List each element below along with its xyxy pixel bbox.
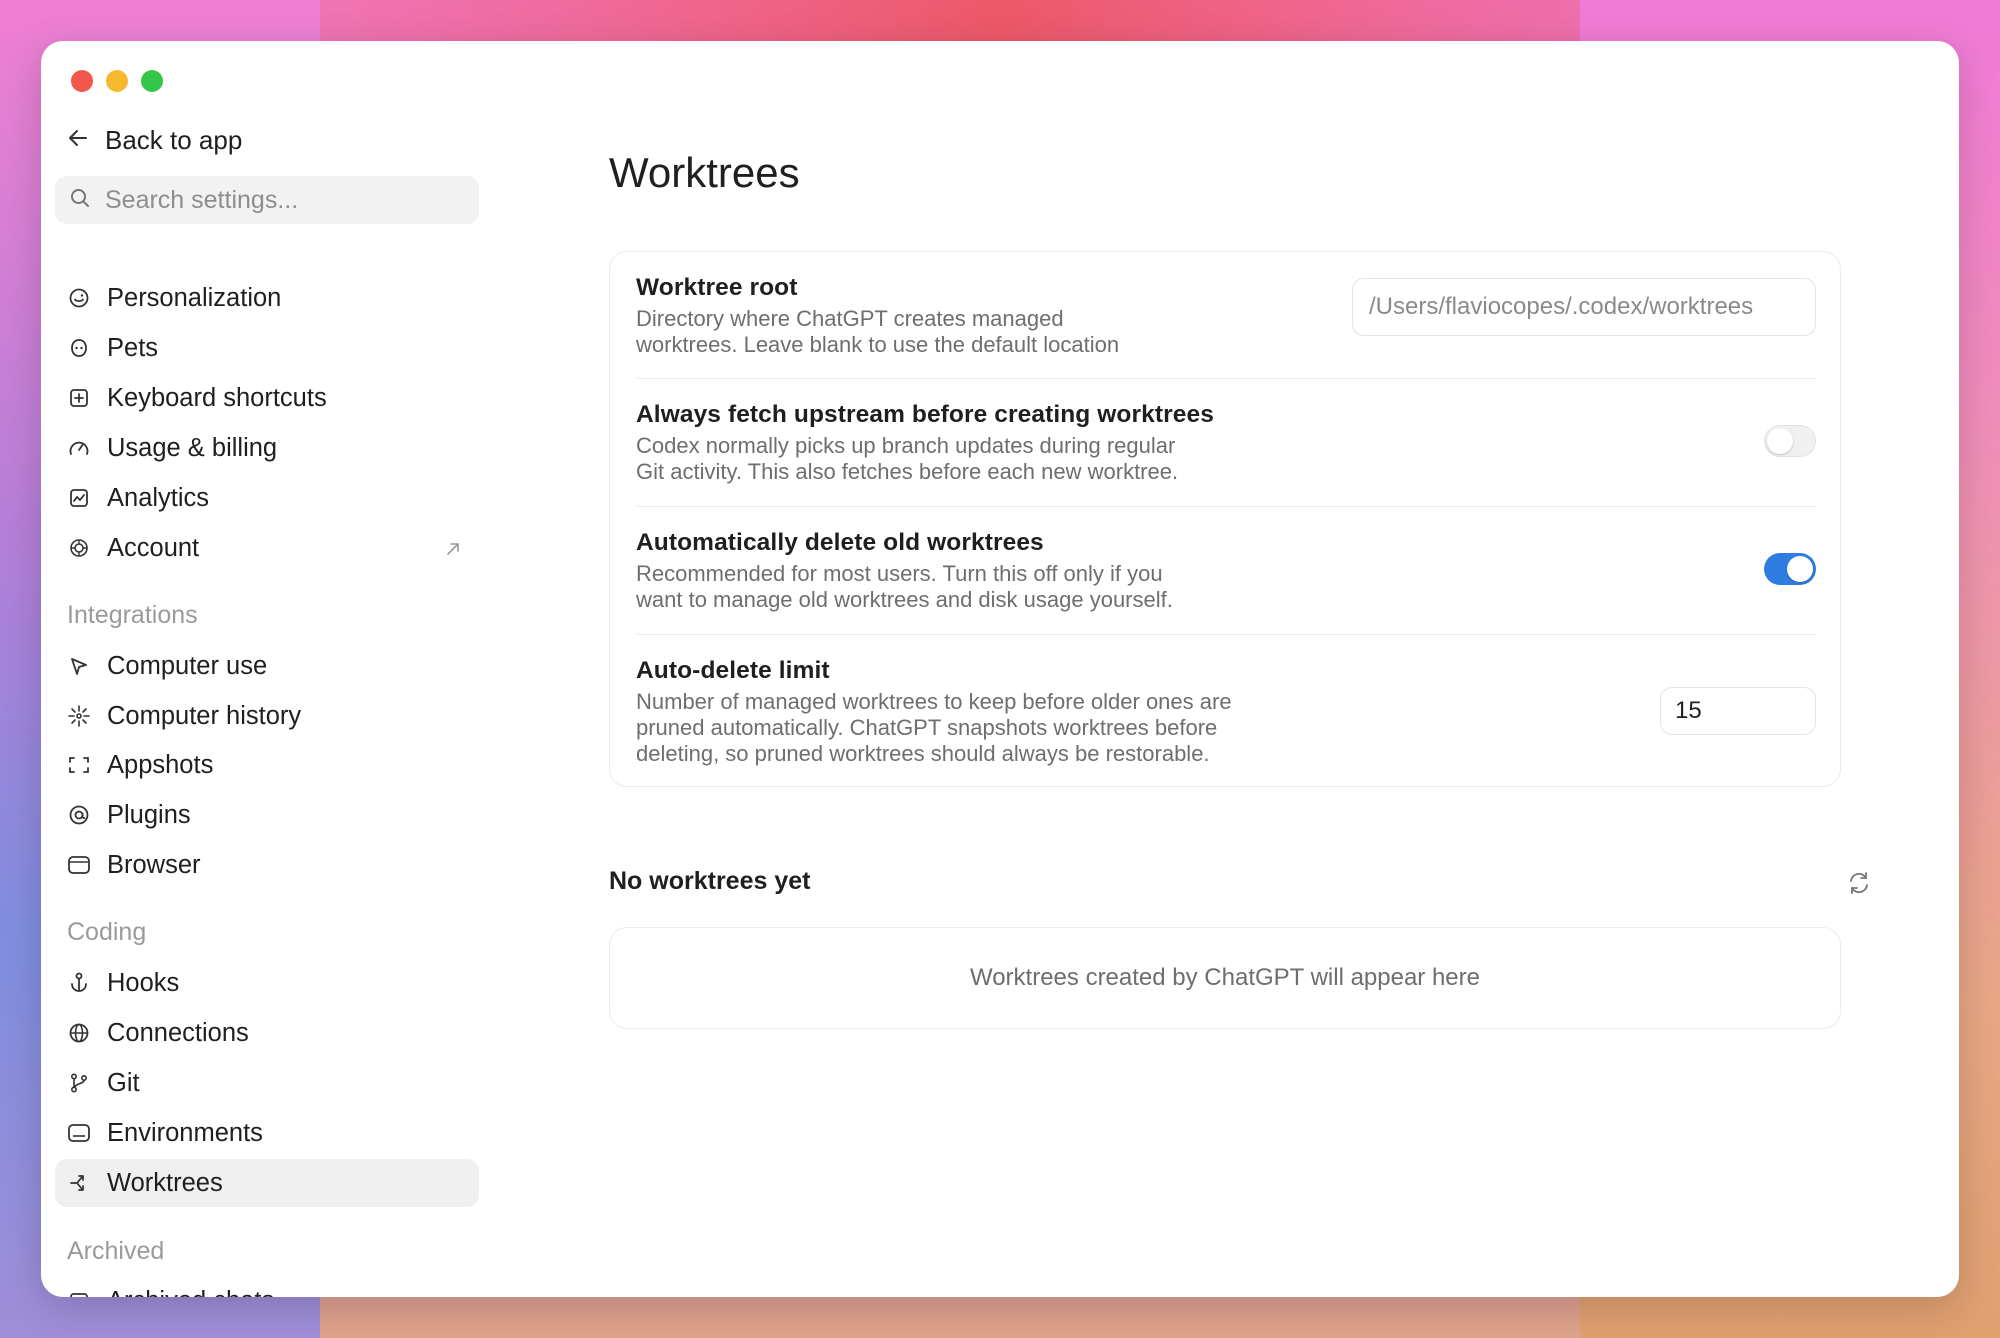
openai-icon [67,536,91,560]
setting-title: Auto-delete limit [636,657,830,684]
auto-delete-limit-input[interactable] [1660,687,1816,735]
description-line: Directory where ChatGPT creates managed [636,306,1064,331]
sidebar-item-browser[interactable]: Browser [55,841,479,889]
description-line: worktrees. Leave blank to use the defaul… [636,332,1120,357]
sidebar-item-label: Hooks [107,968,180,997]
setting-auto-delete-limit: Auto-delete limit Number of managed work… [636,635,1816,785]
sidebar-item-label: Browser [107,850,201,879]
search-box[interactable] [55,176,479,224]
external-link-icon [443,537,463,566]
settings-card: Worktree root Directory where ChatGPT cr… [609,251,1841,787]
setting-description: Number of managed worktrees to keep befo… [636,689,1232,767]
back-to-app-label: Back to app [105,124,243,155]
worktrees-list-heading: No worktrees yet [609,867,811,895]
refresh-button[interactable] [1845,869,1873,897]
toggle-knob [1787,556,1813,582]
sidebar-item-personalization[interactable]: Personalization [55,274,479,322]
sidebar-item-label: Plugins [107,800,191,829]
empty-state-text: Worktrees created by ChatGPT will appear… [969,964,1480,991]
search-icon [69,187,91,214]
sidebar-item-plugins[interactable]: Plugins [55,791,479,839]
sidebar-item-git[interactable]: Git [55,1059,479,1107]
sidebar-item-label: Pets [107,333,159,362]
section-label-integrations: Integrations [67,601,198,629]
toggle-knob [1767,428,1793,454]
page-title: Worktrees [609,149,800,196]
section-label-archived: Archived [67,1237,165,1265]
sidebar-item-label: Appshots [107,750,214,779]
back-to-app-button[interactable]: Back to app [67,121,242,159]
sidebar-item-hooks[interactable]: Hooks [55,959,479,1007]
at-icon [67,803,91,827]
smile-icon [67,286,91,310]
setting-description: Recommended for most users. Turn this of… [636,561,1173,613]
worktree-icon [67,1171,91,1195]
description-line: Git activity. This also fetches before e… [636,459,1179,484]
sidebar-item-keyboard-shortcuts[interactable]: Keyboard shortcuts [55,374,479,422]
description-line: pruned automatically. ChatGPT snapshots … [636,715,1218,740]
setting-title: Worktree root [636,274,798,301]
description-line: Number of managed worktrees to keep befo… [636,689,1232,714]
sidebar-item-label: Usage & billing [107,433,278,462]
sidebar-item-label: Git [107,1068,140,1097]
globe-icon [67,1021,91,1045]
browser-icon [67,853,91,877]
section-label-coding: Coding [67,918,147,946]
sidebar-item-archived-chats[interactable]: Archived chats [55,1277,479,1297]
sidebar-item-label: Personalization [107,283,282,312]
refresh-icon [1850,872,1868,894]
archive-icon [67,1289,91,1297]
sidebar-item-pets[interactable]: Pets [55,324,479,372]
setting-worktree-root: Worktree root Directory where ChatGPT cr… [636,252,1816,379]
sidebar-item-label: Environments [107,1118,263,1147]
sidebar-item-label: Archived chats [107,1287,274,1298]
pet-icon [67,336,91,360]
sidebar-item-label: Account [107,533,200,562]
sidebar-item-label: Connections [107,1018,249,1047]
sidebar: Back to app Personalization Pets Key [55,41,479,1297]
setting-description: Directory where ChatGPT creates managed … [636,306,1119,358]
setting-title: Automatically delete old worktrees [636,529,1044,556]
setting-description: Codex normally picks up branch updates d… [636,433,1214,485]
git-branch-icon [67,1071,91,1095]
sidebar-item-label: Worktrees [107,1168,223,1197]
sidebar-item-analytics[interactable]: Analytics [55,474,479,522]
setting-title: Always fetch upstream before creating wo… [636,401,1214,428]
description-line: want to manage old worktrees and disk us… [636,587,1173,612]
description-line: Recommended for most users. Turn this of… [636,561,1163,586]
sidebar-item-label: Keyboard shortcuts [107,383,327,412]
cursor-icon [67,654,91,678]
keyboard-icon [67,386,91,410]
sidebar-item-appshots[interactable]: Appshots [55,741,479,789]
chart-icon [67,486,91,510]
environment-icon [67,1121,91,1145]
frame-icon [67,753,91,777]
search-input[interactable] [105,185,445,215]
sidebar-item-usage-billing[interactable]: Usage & billing [55,424,479,472]
empty-state: Worktrees created by ChatGPT will appear… [609,927,1841,1029]
gauge-icon [67,436,91,460]
sidebar-item-worktrees[interactable]: Worktrees [55,1159,479,1207]
worktree-root-input[interactable] [1352,278,1816,336]
description-line: deleting, so pruned worktrees should alw… [636,741,1210,766]
anchor-icon [67,971,91,995]
setting-fetch-upstream: Always fetch upstream before creating wo… [636,379,1816,507]
description-line: Codex normally picks up branch updates d… [636,433,1176,458]
settings-window: Back to app Personalization Pets Key [41,41,1959,1297]
sidebar-item-environments[interactable]: Environments [55,1109,479,1157]
main-content: Worktrees Worktree root Directory where … [609,41,1868,1297]
arrow-left-icon [67,125,89,156]
auto-delete-toggle[interactable] [1764,553,1816,585]
setting-auto-delete: Automatically delete old worktrees Recom… [636,507,1816,635]
sidebar-item-account[interactable]: Account [55,524,479,572]
sidebar-item-connections[interactable]: Connections [55,1009,479,1057]
sparkle-icon [67,704,91,728]
sidebar-item-computer-use[interactable]: Computer use [55,642,479,690]
sidebar-item-label: Computer use [107,651,268,680]
sidebar-item-label: Computer history [107,701,302,730]
fetch-upstream-toggle[interactable] [1764,425,1816,457]
sidebar-item-label: Analytics [107,483,210,512]
sidebar-item-computer-history[interactable]: Computer history [55,692,479,740]
